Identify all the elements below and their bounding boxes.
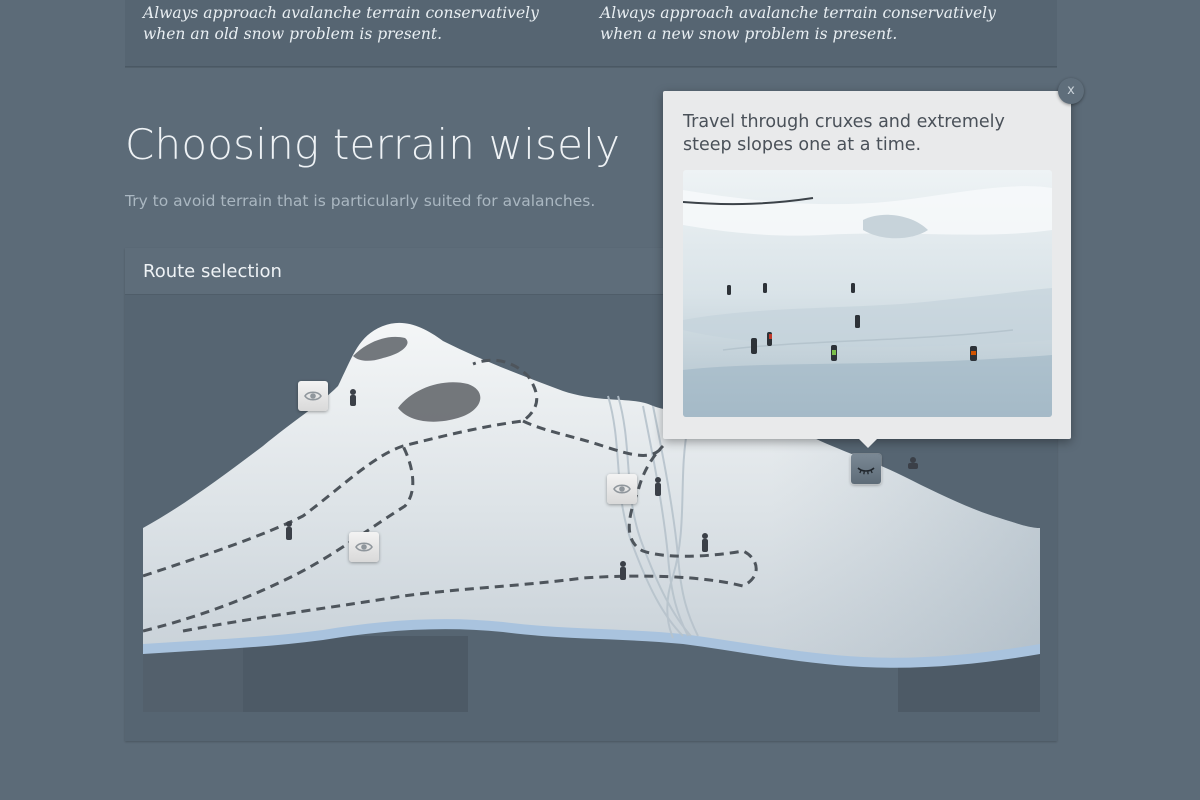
section-title: Choosing terrain wisely xyxy=(125,120,621,169)
hotspot-eye-button[interactable] xyxy=(298,381,328,411)
closed-eye-icon xyxy=(857,467,875,475)
hotspot-eye-button[interactable] xyxy=(349,532,379,562)
popup-pointer xyxy=(858,438,878,448)
hotspot-active-button[interactable] xyxy=(851,454,881,484)
tip-old-snow: Always approach avalanche terrain conser… xyxy=(143,4,539,43)
close-button[interactable]: x xyxy=(1058,78,1084,104)
hotspot-eye-button[interactable] xyxy=(607,474,637,504)
tip-new-snow: Always approach avalanche terrain conser… xyxy=(600,4,996,43)
eye-icon xyxy=(304,391,322,401)
info-popup: Travel through cruxes and extremely stee… xyxy=(663,91,1071,439)
popup-text: Travel through cruxes and extremely stee… xyxy=(683,112,1005,155)
eye-icon xyxy=(613,484,631,494)
eye-icon xyxy=(355,542,373,552)
tips-card: Always approach avalanche terrain conser… xyxy=(125,0,1057,67)
section-subtitle: Try to avoid terrain that is particularl… xyxy=(125,192,596,210)
popup-photo xyxy=(683,170,1052,417)
panel-title: Route selection xyxy=(143,261,282,282)
